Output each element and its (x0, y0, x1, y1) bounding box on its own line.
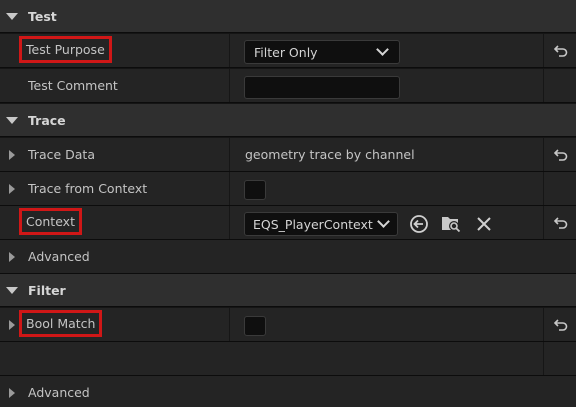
row-test-purpose: Test Purpose Filter Only (0, 34, 576, 68)
triangle-down-icon (6, 13, 18, 20)
test-comment-label: Test Comment (28, 78, 118, 93)
trace-advanced-label: Advanced (28, 249, 90, 264)
triangle-down-icon (6, 117, 18, 124)
reset-column (543, 69, 576, 102)
category-trace-label: Trace (28, 113, 66, 128)
test-purpose-dropdown[interactable]: Filter Only (244, 40, 400, 64)
triangle-right-icon[interactable] (9, 184, 15, 194)
reset-arrow-icon[interactable] (553, 215, 569, 231)
context-value: EQS_PlayerContext (253, 217, 373, 232)
name-column: Context (0, 206, 230, 239)
reset-arrow-icon[interactable] (553, 43, 569, 59)
trace-from-context-label: Trace from Context (28, 181, 148, 196)
folder-search-icon[interactable] (440, 213, 462, 235)
reset-column (543, 206, 576, 239)
row-trace-data: Trace Data geometry trace by channel (0, 138, 576, 172)
name-column (0, 342, 230, 375)
category-filter-label: Filter (28, 283, 66, 298)
row-context: Context EQS_PlayerContext (0, 206, 576, 240)
details-panel: Test Test Purpose Filter Only Test Comme… (0, 0, 576, 407)
name-column: Trace from Context (0, 172, 230, 205)
close-icon[interactable] (473, 213, 495, 235)
trace-data-label: Trace Data (28, 147, 95, 162)
category-filter[interactable]: Filter (0, 274, 576, 307)
category-test-label: Test (28, 9, 57, 24)
name-column: Trace Data (0, 138, 230, 171)
value-column (231, 172, 543, 205)
value-column (231, 69, 543, 102)
arrow-left-circle-icon[interactable] (408, 213, 430, 235)
triangle-right-icon[interactable] (9, 252, 15, 262)
reset-column (543, 342, 576, 375)
category-trace[interactable]: Trace (0, 104, 576, 137)
test-purpose-label: Test Purpose (19, 36, 112, 63)
test-purpose-value: Filter Only (254, 45, 318, 60)
name-column: Test Purpose (0, 34, 230, 67)
reset-column (543, 172, 576, 205)
trace-data-value: geometry trace by channel (245, 147, 415, 162)
name-column: Test Comment (0, 69, 230, 102)
row-bool-match: Bool Match (0, 308, 576, 342)
chevron-down-icon (376, 43, 389, 56)
reset-arrow-icon[interactable] (553, 317, 569, 333)
category-test[interactable]: Test (0, 0, 576, 33)
chevron-down-icon (377, 215, 390, 228)
row-empty (0, 342, 576, 376)
bool-match-checkbox[interactable] (244, 316, 266, 336)
row-test-comment: Test Comment (0, 69, 576, 103)
reset-column (543, 308, 576, 341)
filter-advanced-label: Advanced (28, 385, 90, 400)
triangle-down-icon (6, 287, 18, 294)
reset-arrow-icon[interactable] (553, 147, 569, 163)
value-column: EQS_PlayerContext (231, 206, 543, 239)
bool-match-label: Bool Match (18, 310, 103, 337)
value-column: geometry trace by channel (231, 138, 543, 171)
test-comment-input[interactable] (244, 76, 400, 99)
trace-from-context-checkbox[interactable] (244, 180, 266, 200)
context-label: Context (19, 208, 82, 235)
triangle-right-icon[interactable] (9, 150, 15, 160)
row-filter-advanced[interactable]: Advanced (0, 376, 576, 407)
reset-column (543, 138, 576, 171)
value-column (231, 308, 543, 341)
value-column: Filter Only (231, 34, 543, 67)
context-dropdown[interactable]: EQS_PlayerContext (244, 212, 398, 236)
row-trace-from-context: Trace from Context (0, 172, 576, 206)
name-column: Bool Match (0, 308, 230, 341)
row-trace-advanced[interactable]: Advanced (0, 240, 576, 274)
triangle-right-icon[interactable] (9, 388, 15, 398)
triangle-right-icon[interactable] (9, 320, 15, 330)
reset-column (543, 34, 576, 67)
